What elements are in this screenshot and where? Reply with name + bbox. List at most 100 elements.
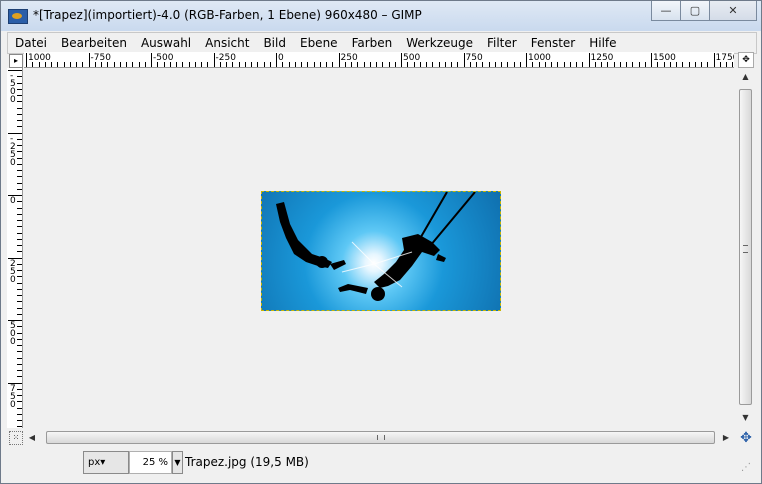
ruler-minor-tick	[538, 62, 540, 67]
menu-farben[interactable]: Farben	[345, 36, 400, 50]
ruler-minor-tick	[301, 62, 302, 67]
quickmask-icon[interactable]: ⁙	[9, 431, 23, 445]
menu-bearbeiten[interactable]: Bearbeiten	[54, 36, 134, 50]
ruler-minor-tick	[126, 62, 127, 67]
move-icon[interactable]: ✥	[738, 430, 754, 446]
ruler-minor-tick	[563, 62, 565, 67]
menu-ansicht[interactable]: Ansicht	[198, 36, 256, 50]
horizontal-ruler[interactable]: 1000 -750 -500 -250 0 250 500 750 1000 1250 1500 17…	[24, 52, 734, 68]
menu-fenster[interactable]: Fenster	[524, 36, 583, 50]
zoom-input[interactable]: 25 %	[129, 451, 172, 474]
menu-werkzeuge[interactable]: Werkzeuge	[399, 36, 480, 50]
ruler-minor-tick	[32, 62, 34, 67]
ruler-minor-tick	[17, 232, 22, 234]
ruler-minor-tick	[17, 420, 22, 421]
resize-grip-icon[interactable]: ⋰	[741, 462, 753, 474]
horizontal-scroll-thumb[interactable]	[46, 431, 715, 444]
ruler-minor-tick	[17, 88, 22, 90]
ruler-minor-tick	[17, 226, 22, 228]
ruler-minor-tick	[688, 62, 690, 67]
menu-bild[interactable]: Bild	[256, 36, 293, 50]
horizontal-scrollbar[interactable]: ◀ ▶	[24, 430, 734, 445]
ruler-minor-tick	[394, 62, 396, 67]
ruler-minor-tick	[194, 62, 196, 67]
ruler-major-tick	[213, 53, 215, 67]
maximize-button[interactable]: ▢	[681, 1, 710, 21]
ruler-minor-tick	[632, 62, 634, 67]
ruler-minor-tick	[17, 120, 22, 121]
window-controls: — ▢ ✕	[651, 1, 757, 21]
ruler-minor-tick	[17, 151, 22, 153]
ruler-minor-tick	[17, 388, 22, 390]
ruler-minor-tick	[17, 338, 22, 340]
ruler-label: 500	[403, 53, 421, 63]
ruler-minor-tick	[282, 62, 284, 67]
ruler-minor-tick	[17, 345, 22, 346]
ruler-minor-tick	[719, 62, 721, 67]
unit-value: px	[88, 457, 101, 468]
ruler-minor-tick	[57, 62, 59, 67]
canvas[interactable]	[24, 68, 734, 428]
ruler-minor-tick	[17, 376, 22, 378]
minimize-button[interactable]: —	[651, 1, 681, 21]
ruler-minor-tick	[17, 220, 22, 221]
ruler-minor-tick	[51, 62, 52, 67]
ruler-minor-tick	[17, 101, 22, 103]
unit-select[interactable]: px▾	[83, 451, 129, 474]
scroll-right-icon[interactable]: ▶	[718, 430, 734, 445]
ruler-minor-tick	[138, 62, 140, 67]
menu-auswahl[interactable]: Auswahl	[134, 36, 198, 50]
ruler-minor-tick	[17, 188, 22, 190]
ruler-minor-tick	[17, 145, 22, 146]
ruler-major-tick	[588, 53, 590, 67]
ruler-minor-tick	[576, 62, 577, 67]
ruler-minor-tick	[17, 276, 22, 278]
ruler-minor-tick	[513, 62, 515, 67]
ruler-major-tick	[651, 53, 652, 67]
scroll-down-icon[interactable]: ▼	[738, 411, 753, 425]
ruler-corner-icon[interactable]: ▸	[9, 54, 23, 68]
ruler-minor-tick	[369, 62, 371, 67]
ruler-minor-tick	[17, 182, 22, 184]
ruler-minor-tick	[17, 313, 22, 315]
ruler-minor-tick	[726, 62, 727, 67]
ruler-minor-tick	[17, 245, 22, 246]
scroll-left-icon[interactable]: ◀	[24, 430, 40, 445]
ruler-label: 1750	[715, 53, 735, 63]
ruler-minor-tick	[132, 62, 134, 67]
menu-ebene[interactable]: Ebene	[293, 36, 345, 50]
ruler-minor-tick	[388, 62, 390, 67]
ruler-minor-tick	[432, 62, 434, 67]
ruler-minor-tick	[188, 62, 190, 67]
title-bar: *[Trapez](importiert)-4.0 (RGB-Farben, 1…	[1, 1, 761, 31]
ruler-minor-tick	[17, 363, 22, 365]
ruler-minor-tick	[313, 62, 315, 67]
menu-hilfe[interactable]: Hilfe	[582, 36, 623, 50]
zoom-dropdown-icon[interactable]: ▼	[172, 451, 183, 474]
menu-datei[interactable]: Datei	[8, 36, 54, 50]
navigate-icon[interactable]: ✥	[738, 52, 754, 68]
ruler-minor-tick	[201, 62, 202, 67]
ruler-minor-tick	[17, 370, 22, 371]
gimp-window: *[Trapez](importiert)-4.0 (RGB-Farben, 1…	[0, 0, 762, 484]
image-trapez[interactable]	[261, 191, 501, 311]
close-button[interactable]: ✕	[710, 1, 757, 21]
ruler-minor-tick	[413, 62, 415, 67]
ruler-minor-tick	[17, 126, 22, 128]
ruler-minor-tick	[544, 62, 546, 67]
ruler-minor-tick	[701, 62, 702, 67]
ruler-minor-tick	[17, 413, 22, 415]
ruler-minor-tick	[163, 62, 165, 67]
ruler-minor-tick	[244, 62, 246, 67]
ruler-minor-tick	[519, 62, 521, 67]
vertical-ruler[interactable]: -500 -250 0 250 500 750	[7, 68, 23, 428]
ruler-minor-tick	[101, 62, 102, 67]
vertical-scroll-thumb[interactable]	[739, 89, 752, 405]
ruler-minor-tick	[363, 62, 365, 67]
image-canvas-area: ▸ 1000 -750 -500 -250 0 250 500 750 1000 1250 1500…	[7, 52, 755, 447]
scroll-up-icon[interactable]: ▲	[738, 70, 753, 84]
vertical-scrollbar[interactable]: ▲ ▼	[738, 70, 753, 425]
menu-filter[interactable]: Filter	[480, 36, 524, 50]
ruler-minor-tick	[44, 62, 46, 67]
ruler-minor-tick	[119, 62, 121, 67]
